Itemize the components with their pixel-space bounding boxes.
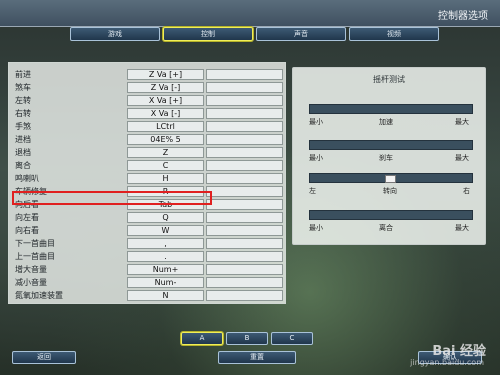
binding-row[interactable]: 煞车 Z Va [-] (9, 81, 285, 94)
binding-key-secondary[interactable] (206, 160, 283, 171)
reset-button[interactable]: 重置 (218, 351, 296, 364)
binding-key-primary[interactable]: Q (127, 212, 204, 223)
binding-label: 前进 (15, 70, 31, 79)
binding-label: 下一首曲目 (15, 239, 55, 248)
binding-label: 煞车 (15, 83, 31, 92)
binding-label: 增大音量 (15, 265, 47, 274)
joystick-test-title: 摇杆测试 (373, 75, 405, 84)
binding-row[interactable]: 进档 04E% 5 (9, 133, 285, 146)
binding-key-secondary[interactable] (206, 82, 283, 93)
window-title: 控制器选项 (438, 11, 488, 22)
binding-key-secondary[interactable] (206, 69, 283, 80)
tab-sound[interactable]: 声音 (256, 27, 346, 41)
joystick-test-panel: 摇杆测试 最小 加速 最大 最小 刹车 最大 左 转向 右 最小 离合 最大 (292, 67, 486, 245)
binding-key-secondary[interactable] (206, 108, 283, 119)
binding-key-secondary[interactable] (206, 212, 283, 223)
binding-key-secondary[interactable] (206, 251, 283, 262)
binding-key-primary[interactable]: X Va [+] (127, 95, 204, 106)
binding-key-primary[interactable]: 04E% 5 (127, 134, 204, 145)
binding-label: 退档 (15, 148, 31, 157)
binding-key-secondary[interactable] (206, 225, 283, 236)
tab-game[interactable]: 游戏 (70, 27, 160, 41)
binding-key-primary[interactable]: C (127, 160, 204, 171)
binding-row[interactable]: 手煞 LCtrl (9, 120, 285, 133)
binding-key-secondary[interactable] (206, 147, 283, 158)
binding-key-secondary[interactable] (206, 173, 283, 184)
binding-label: 右转 (15, 109, 31, 118)
binding-key-primary[interactable]: W (127, 225, 204, 236)
binding-key-primary[interactable]: . (127, 251, 204, 262)
axis-name-label: 刹车 (379, 154, 393, 162)
back-button[interactable]: 返回 (12, 351, 76, 364)
selected-row-highlight (12, 191, 212, 205)
binding-row[interactable]: 左转 X Va [+] (9, 94, 285, 107)
binding-key-primary[interactable]: Z Va [+] (127, 69, 204, 80)
binding-key-secondary[interactable] (206, 199, 283, 210)
binding-label: 手煞 (15, 122, 31, 131)
binding-label: 向左看 (15, 213, 39, 222)
binding-key-secondary[interactable] (206, 264, 283, 275)
axis-min-label: 最小 (309, 224, 323, 232)
binding-key-primary[interactable]: H (127, 173, 204, 184)
binding-label: 进档 (15, 135, 31, 144)
brake-axis-bar (309, 140, 473, 150)
binding-key-secondary[interactable] (206, 290, 283, 301)
axis-max-label: 最大 (455, 224, 469, 232)
binding-key-primary[interactable]: Z Va [-] (127, 82, 204, 93)
binding-row[interactable]: 退档 Z (9, 146, 285, 159)
binding-row[interactable]: 离合 C (9, 159, 285, 172)
binding-row[interactable]: 氮氧加速装置 N (9, 289, 285, 302)
binding-key-secondary[interactable] (206, 186, 283, 197)
binding-row[interactable]: 向右看 W (9, 224, 285, 237)
binding-label: 向右看 (15, 226, 39, 235)
binding-label: 氮氧加速装置 (15, 291, 63, 300)
binding-row[interactable]: 减小音量 Num- (9, 276, 285, 289)
binding-key-primary[interactable]: Z (127, 147, 204, 158)
title-bar: 控制器选项 (0, 0, 500, 27)
binding-key-secondary[interactable] (206, 134, 283, 145)
binding-label: 离合 (15, 161, 31, 170)
binding-key-secondary[interactable] (206, 277, 283, 288)
binding-row[interactable]: 增大音量 Num+ (9, 263, 285, 276)
binding-key-primary[interactable]: N (127, 290, 204, 301)
binding-key-secondary[interactable] (206, 121, 283, 132)
axis-min-label: 左 (309, 187, 316, 195)
binding-key-secondary[interactable] (206, 238, 283, 249)
binding-key-primary[interactable]: Num+ (127, 264, 204, 275)
axis-min-label: 最小 (309, 154, 323, 162)
axis-max-label: 最大 (455, 118, 469, 126)
profile-c-button[interactable]: C (271, 332, 313, 345)
steering-indicator (384, 175, 396, 183)
axis-name-label: 离合 (379, 224, 393, 232)
baidu-watermark: Bai 经验 (432, 344, 486, 359)
binding-row[interactable]: 鸣喇叭 H (9, 172, 285, 185)
tab-video[interactable]: 视频 (349, 27, 439, 41)
key-bindings-panel: 前进 Z Va [+] 煞车 Z Va [-] 左转 X Va [+] 右转 X… (8, 62, 286, 304)
throttle-axis-bar (309, 104, 473, 114)
binding-row[interactable]: 右转 X Va [-] (9, 107, 285, 120)
binding-row[interactable]: 前进 Z Va [+] (9, 68, 285, 81)
binding-label: 上一首曲目 (15, 252, 55, 261)
profile-a-button[interactable]: A (181, 332, 223, 345)
binding-label: 左转 (15, 96, 31, 105)
axis-min-label: 最小 (309, 118, 323, 126)
axis-name-label: 转向 (383, 187, 397, 195)
binding-label: 鸣喇叭 (15, 174, 39, 183)
profile-b-button[interactable]: B (226, 332, 268, 345)
clutch-axis-bar (309, 210, 473, 220)
binding-key-primary[interactable]: LCtrl (127, 121, 204, 132)
binding-row[interactable]: 向左看 Q (9, 211, 285, 224)
binding-key-primary[interactable]: X Va [-] (127, 108, 204, 119)
baidu-watermark-url: jingyan.baidu.com (410, 358, 484, 367)
axis-max-label: 最大 (455, 154, 469, 162)
axis-max-label: 右 (463, 187, 470, 195)
binding-row[interactable]: 下一首曲目 , (9, 237, 285, 250)
tab-controls[interactable]: 控制 (163, 27, 253, 41)
binding-key-secondary[interactable] (206, 95, 283, 106)
binding-key-primary[interactable]: Num- (127, 277, 204, 288)
axis-name-label: 加速 (379, 118, 393, 126)
binding-key-primary[interactable]: , (127, 238, 204, 249)
binding-row[interactable]: 上一首曲目 . (9, 250, 285, 263)
binding-label: 减小音量 (15, 278, 47, 287)
